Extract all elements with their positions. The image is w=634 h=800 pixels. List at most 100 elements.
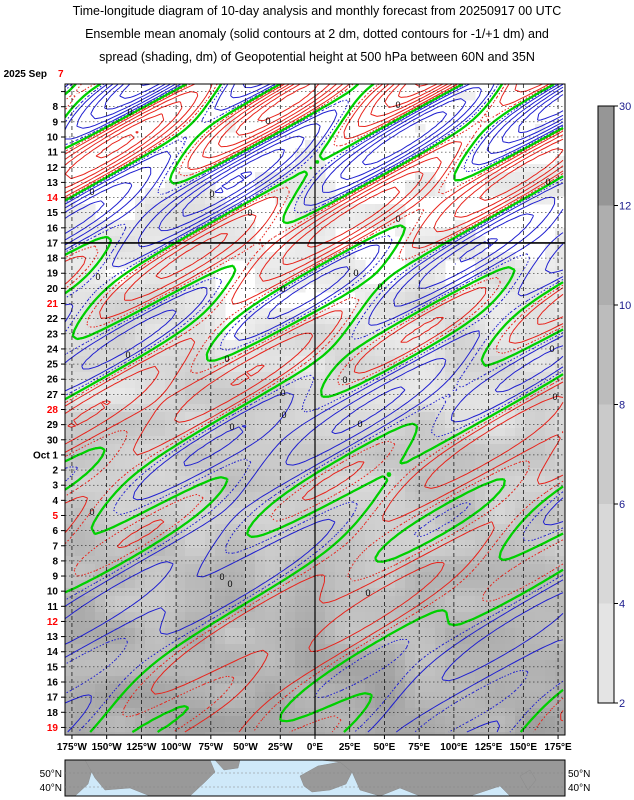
spread-cell: [485, 556, 496, 565]
spread-cell: [455, 612, 466, 621]
zero-contour-label: 0: [281, 410, 286, 420]
spread-cell: [65, 508, 76, 517]
spread-cell: [375, 204, 386, 213]
spread-cell: [465, 652, 476, 661]
spread-cell: [515, 484, 526, 493]
spread-cell: [285, 668, 296, 677]
spread-cell: [95, 476, 106, 485]
spread-cell: [555, 604, 565, 613]
spread-cell: [175, 260, 186, 269]
spread-cell: [385, 724, 396, 733]
spread-cell: [295, 644, 306, 653]
spread-cell: [475, 452, 486, 461]
spread-cell: [405, 500, 416, 509]
spread-cell: [125, 244, 136, 253]
spread-cell: [255, 500, 266, 509]
y-tick-label: 10: [47, 587, 59, 598]
spread-cell: [415, 380, 426, 389]
spread-cell: [535, 316, 546, 325]
spread-cell: [405, 340, 416, 349]
spread-cell: [125, 612, 136, 621]
spread-cell: [325, 436, 336, 445]
spread-cell: [235, 660, 246, 669]
spread-cell: [525, 276, 536, 285]
spread-cell: [345, 340, 356, 349]
spread-cell: [115, 668, 126, 677]
spread-cell: [395, 732, 406, 735]
spread-cell: [95, 684, 106, 693]
spread-cell: [455, 732, 466, 735]
spread-cell: [365, 204, 376, 213]
spread-cell: [265, 732, 276, 735]
spread-cell: [375, 684, 386, 693]
spread-cell: [295, 540, 306, 549]
spread-cell: [375, 700, 386, 709]
spread-cell: [425, 668, 436, 677]
spread-cell: [435, 420, 446, 429]
spread-cell: [225, 716, 236, 725]
spread-cell: [505, 548, 516, 557]
spread-cell: [335, 732, 346, 735]
spread-cell: [155, 588, 166, 597]
spread-cell: [135, 380, 146, 389]
spread-cell: [385, 500, 396, 509]
spread-cell: [135, 564, 146, 573]
spread-cell: [185, 660, 196, 669]
spread-cell: [75, 588, 86, 597]
spread-cell: [165, 604, 176, 613]
spread-cell: [175, 380, 186, 389]
spread-cell: [455, 508, 466, 517]
spread-cell: [555, 188, 565, 197]
spread-cell: [315, 636, 326, 645]
zero-contour-label: 0: [89, 187, 94, 197]
spread-cell: [215, 388, 226, 397]
spread-cell: [465, 660, 476, 669]
spread-cell: [325, 580, 336, 589]
spread-cell: [295, 628, 306, 637]
spread-cell: [165, 412, 176, 421]
spread-cell: [525, 636, 536, 645]
spread-cell: [555, 540, 565, 549]
spread-cell: [545, 548, 556, 557]
spread-cell: [195, 492, 206, 501]
spread-cell: [225, 252, 236, 261]
spread-cell: [205, 652, 216, 661]
spread-cell: [115, 428, 126, 437]
spread-cell: [195, 516, 206, 525]
spread-cell: [505, 172, 516, 181]
spread-cell: [415, 724, 426, 733]
zero-contour-label: 0: [125, 350, 130, 360]
spread-cell: [435, 692, 446, 701]
spread-cell: [75, 364, 86, 373]
spread-cell: [515, 492, 526, 501]
spread-cell: [195, 532, 206, 541]
spread-cell: [175, 668, 186, 677]
spread-cell: [335, 628, 346, 637]
spread-cell: [515, 612, 526, 621]
spread-cell: [135, 692, 146, 701]
spread-cell: [175, 500, 186, 509]
y-tick-label: 19: [47, 269, 59, 280]
spread-cell: [75, 212, 86, 221]
spread-cell: [145, 396, 156, 405]
spread-cell: [145, 652, 156, 661]
spread-cell: [215, 588, 226, 597]
spread-cell: [405, 700, 416, 709]
spread-cell: [455, 412, 466, 421]
spread-cell: [395, 468, 406, 477]
spread-cell: [345, 420, 356, 429]
spread-cell: [315, 428, 326, 437]
spread-cell: [165, 468, 176, 477]
spread-cell: [375, 660, 386, 669]
spread-cell: [215, 500, 226, 509]
spread-cell: [205, 460, 216, 469]
spread-cell: [465, 724, 476, 733]
spread-cell: [295, 508, 306, 517]
spread-cell: [75, 444, 86, 453]
spread-cell: [265, 548, 276, 557]
spread-cell: [385, 588, 396, 597]
spread-cell: [155, 572, 166, 581]
spread-cell: [395, 668, 406, 677]
spread-cell: [435, 364, 446, 373]
spread-cell: [485, 652, 496, 661]
